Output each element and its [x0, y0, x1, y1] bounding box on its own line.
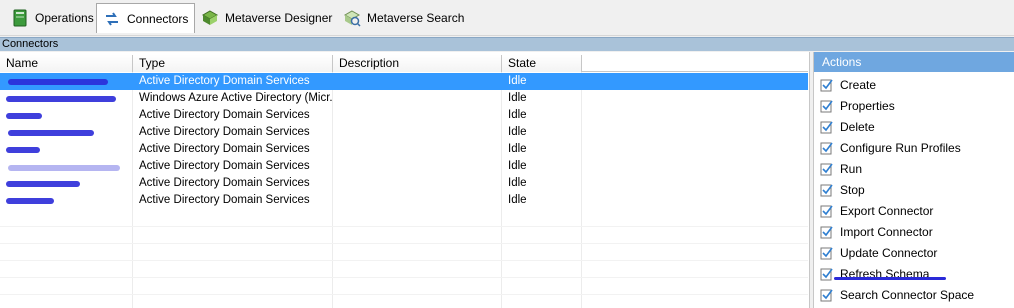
row-state: Idle	[508, 126, 527, 138]
row-type: Active Directory Domain Services	[139, 75, 310, 87]
row-description	[333, 158, 502, 175]
row-state: Idle	[508, 160, 527, 172]
operations-tab-label: Operations	[35, 11, 94, 25]
row-state: Idle	[508, 75, 527, 87]
table-row[interactable]: Active Directory Domain Services Idle	[0, 107, 808, 124]
action-label: Stop	[840, 182, 865, 197]
row-state: Idle	[508, 109, 527, 121]
action-icon	[820, 100, 833, 112]
row-description	[333, 141, 502, 158]
action-import-connector[interactable]: Import Connector	[814, 221, 1014, 242]
grid-header: Name Type Description State	[0, 55, 808, 72]
redaction-mark	[6, 96, 116, 102]
row-type: Active Directory Domain Services	[139, 160, 310, 172]
row-description	[333, 73, 502, 90]
row-state: Idle	[508, 177, 527, 189]
redaction-mark	[6, 147, 40, 153]
action-icon	[820, 184, 833, 196]
column-header-type[interactable]: Type	[133, 55, 333, 72]
action-stop[interactable]: Stop	[814, 179, 1014, 200]
action-icon	[820, 142, 833, 154]
row-description	[333, 175, 502, 192]
column-header-state[interactable]: State	[502, 55, 582, 72]
action-search-connector-space[interactable]: Search Connector Space	[814, 284, 1014, 305]
row-type: Active Directory Domain Services	[139, 177, 310, 189]
action-label: Import Connector	[840, 224, 933, 239]
metaverse-search-tab[interactable]: Metaverse Search	[336, 3, 471, 33]
action-icon	[820, 163, 833, 175]
row-state: Idle	[508, 143, 527, 155]
action-icon	[820, 226, 833, 238]
section-title: Connectors	[0, 37, 1014, 51]
action-label: Properties	[840, 98, 895, 113]
action-run[interactable]: Run	[814, 158, 1014, 179]
metaverse-search-icon	[343, 10, 361, 27]
action-update-connector[interactable]: Update Connector	[814, 242, 1014, 263]
connectors-tab[interactable]: Connectors	[96, 3, 196, 33]
action-label: Create	[840, 77, 877, 92]
redaction-mark	[6, 198, 54, 204]
action-icon	[820, 247, 833, 259]
table-row[interactable]: Active Directory Domain Services Idle	[0, 158, 808, 175]
actions-panel: Actions Create Properties Delete Configu…	[813, 52, 1014, 308]
book-icon	[13, 9, 27, 27]
action-properties[interactable]: Properties	[814, 95, 1014, 116]
action-create[interactable]: Create	[814, 74, 1014, 95]
action-icon	[820, 121, 833, 133]
action-label: Search Connector Space	[840, 287, 975, 302]
redaction-mark	[8, 79, 108, 85]
row-type: Active Directory Domain Services	[139, 126, 310, 138]
action-export-connector[interactable]: Export Connector	[814, 200, 1014, 221]
redaction-mark	[6, 181, 80, 187]
action-icon	[820, 205, 833, 217]
action-label: Configure Run Profiles	[840, 140, 961, 155]
highlight-underline	[834, 277, 946, 280]
row-description	[333, 192, 502, 209]
action-label: Delete	[840, 119, 875, 134]
row-type: Active Directory Domain Services	[139, 143, 310, 155]
redaction-mark	[6, 113, 42, 119]
action-configure-run-profiles[interactable]: Configure Run Profiles	[814, 137, 1014, 158]
table-row[interactable]: Active Directory Domain Services Idle	[0, 175, 808, 192]
column-header-description[interactable]: Description	[333, 55, 502, 72]
action-delete[interactable]: Delete	[814, 116, 1014, 137]
metaverse-designer-tab-label: Metaverse Designer	[225, 11, 333, 25]
redaction-mark	[8, 165, 120, 171]
row-type: Windows Azure Active Directory (Micr...	[139, 92, 333, 104]
column-header-name[interactable]: Name	[0, 55, 133, 72]
row-description	[333, 107, 502, 124]
row-type: Active Directory Domain Services	[139, 109, 310, 121]
actions-title: Actions	[814, 52, 1014, 72]
table-row[interactable]: Windows Azure Active Directory (Micr... …	[0, 90, 808, 107]
row-state: Idle	[508, 194, 527, 206]
connectors-icon	[106, 11, 118, 26]
connectors-tab-label: Connectors	[127, 11, 189, 26]
row-description	[333, 90, 502, 107]
table-row[interactable]: Active Directory Domain Services Idle	[0, 73, 808, 90]
row-type: Active Directory Domain Services	[139, 194, 310, 206]
metaverse-designer-tab[interactable]: Metaverse Designer	[194, 3, 339, 33]
connectors-grid: Name Type Description State Active Direc…	[0, 52, 810, 308]
action-label: Run	[840, 161, 863, 176]
operations-tab[interactable]: Operations	[4, 3, 101, 33]
table-row[interactable]: Active Directory Domain Services Idle	[0, 192, 808, 209]
metaverse-designer-icon	[201, 10, 219, 25]
redaction-mark	[8, 130, 94, 136]
action-icon	[820, 79, 833, 91]
table-row[interactable]: Active Directory Domain Services Idle	[0, 141, 808, 158]
toolbar: Operations Connectors Metaverse Designer…	[0, 0, 1014, 36]
metaverse-search-tab-label: Metaverse Search	[367, 11, 465, 25]
action-icon	[820, 289, 833, 301]
action-icon	[820, 268, 833, 280]
action-label: Export Connector	[840, 203, 934, 218]
row-description	[333, 124, 502, 141]
table-row[interactable]: Active Directory Domain Services Idle	[0, 124, 808, 141]
action-refresh-schema[interactable]: Refresh Schema	[814, 263, 1014, 284]
row-state: Idle	[508, 92, 527, 104]
action-label: Update Connector	[840, 245, 938, 260]
